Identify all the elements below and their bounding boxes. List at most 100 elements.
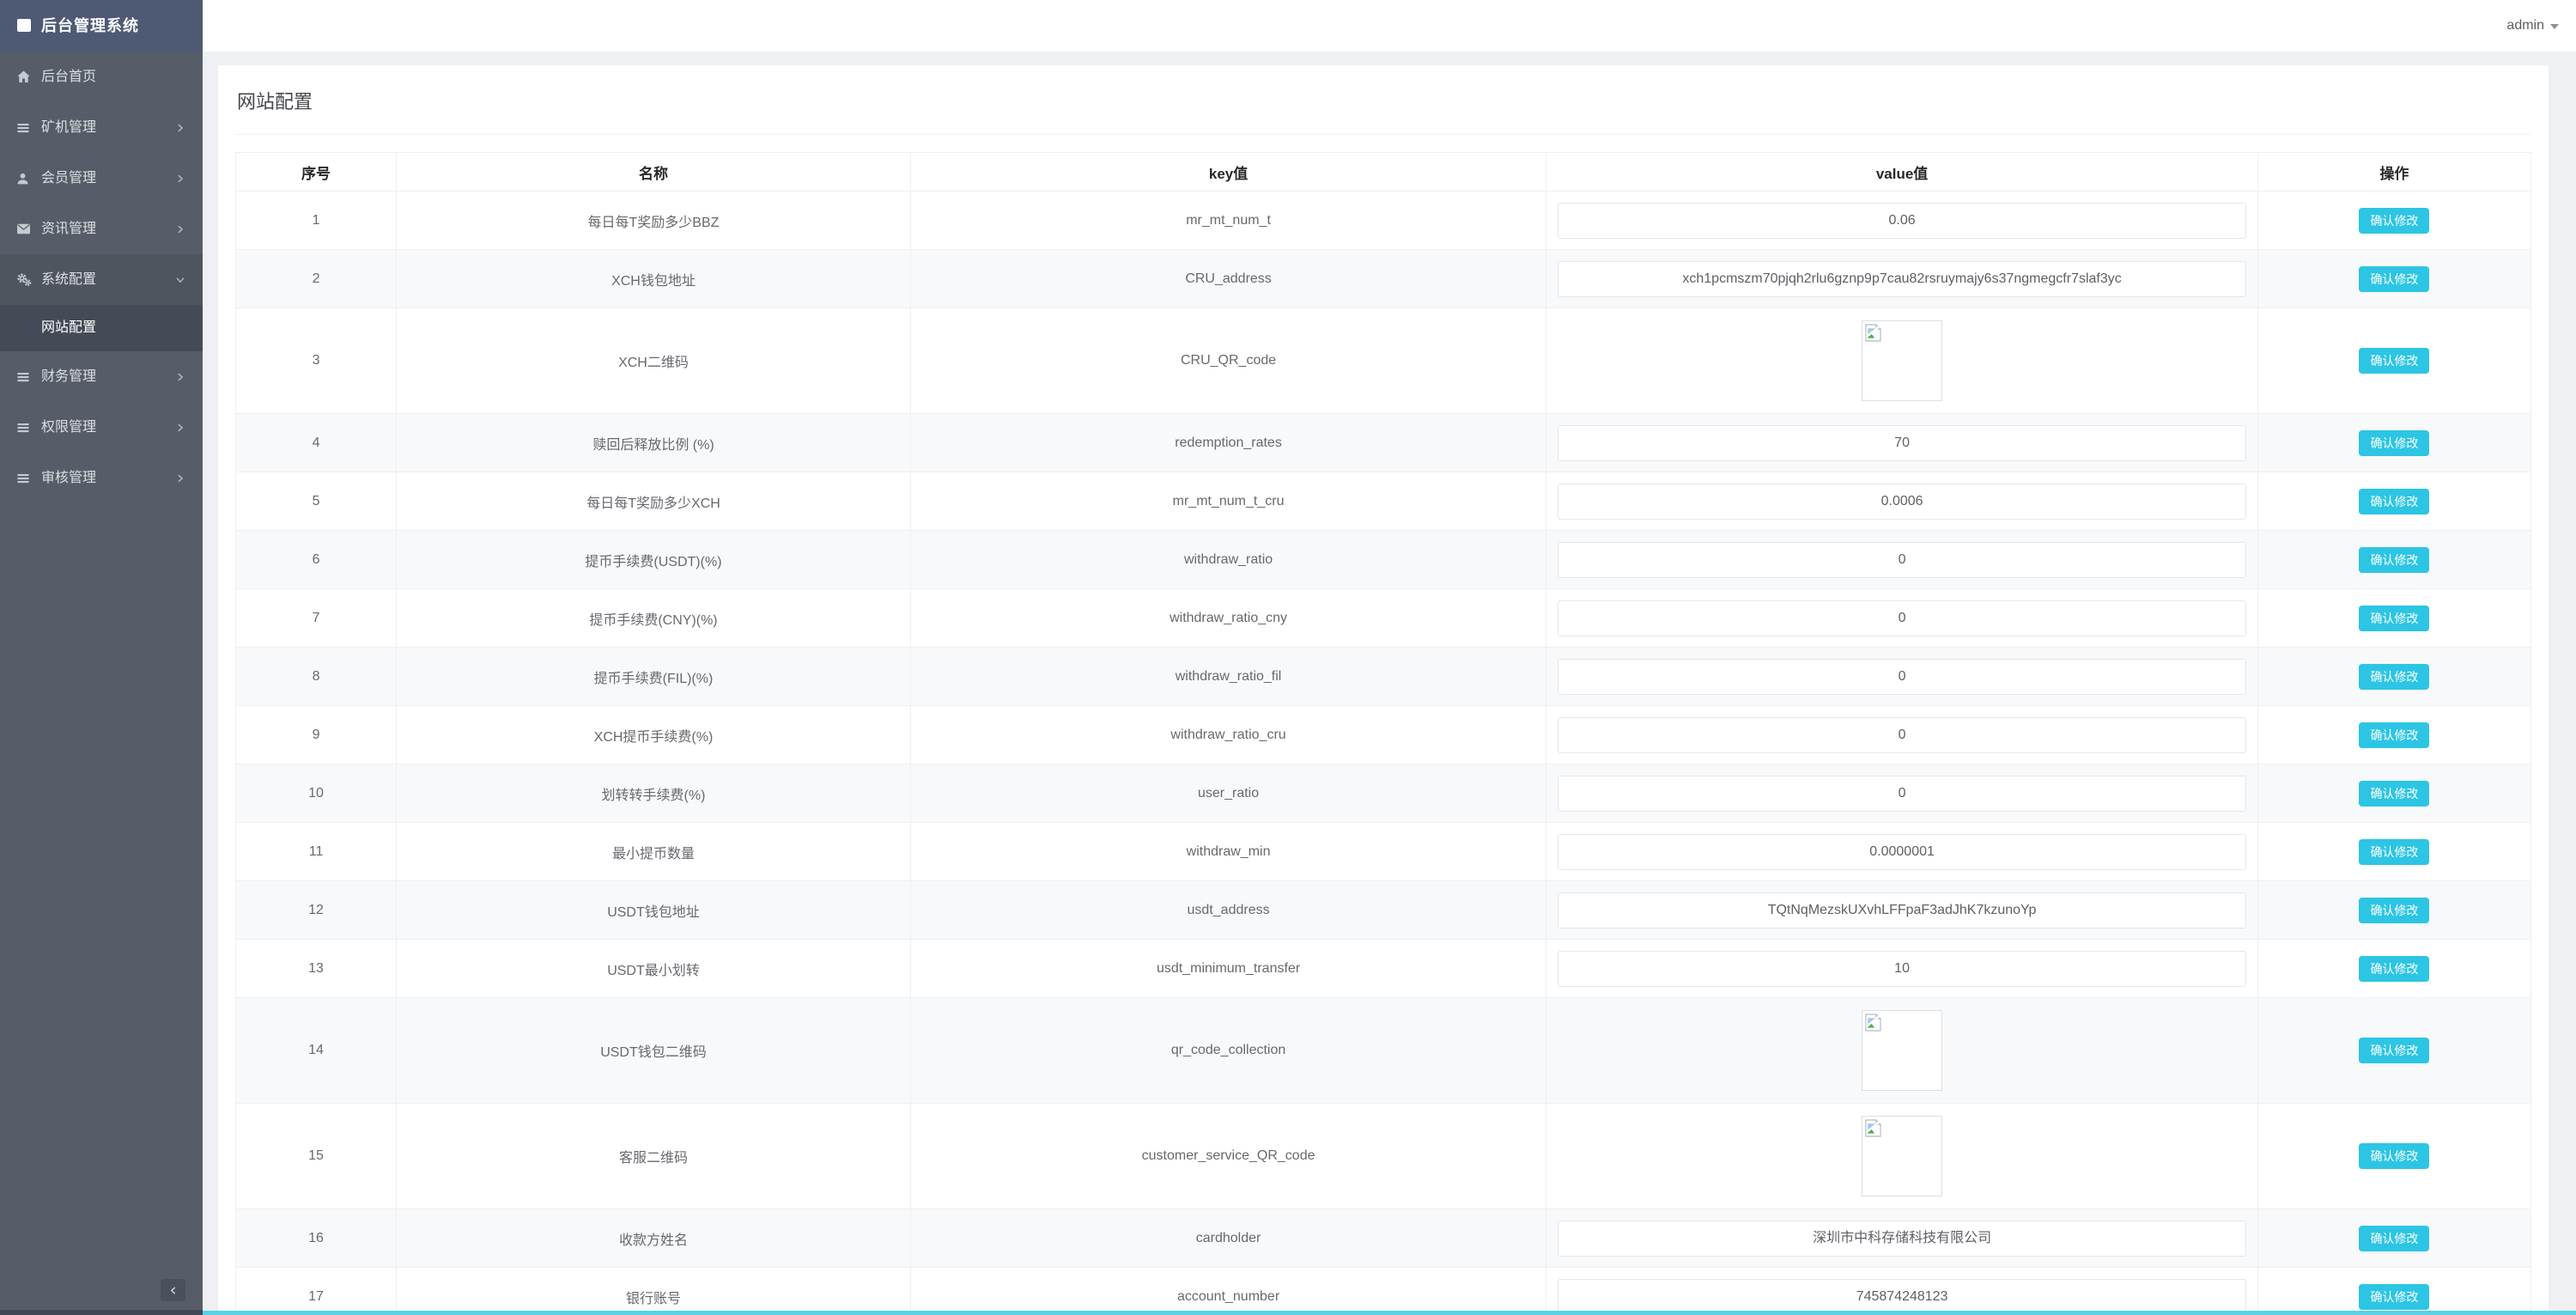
confirm-edit-button[interactable]: 确认修改 — [2359, 546, 2430, 573]
value-input[interactable]: 0.0006 — [1558, 483, 2246, 520]
row-key: CRU_QR_code — [909, 307, 1547, 414]
confirm-edit-button[interactable]: 确认修改 — [2359, 663, 2430, 690]
row-name: 划转转手续费(%) — [396, 764, 911, 823]
row-name: XCH钱包地址 — [396, 249, 911, 308]
sidebar-item-3[interactable]: 资讯管理 — [0, 204, 203, 254]
confirm-edit-button[interactable]: 确认修改 — [2359, 207, 2430, 234]
row-index: 6 — [234, 530, 398, 589]
table-row: 8 提币手续费(FIL)(%) withdraw_ratio_fil 0 确认修… — [234, 647, 2532, 706]
broken-image-icon — [1865, 1014, 1882, 1032]
column-header: 操作 — [2257, 152, 2532, 192]
confirm-edit-button[interactable]: 确认修改 — [2359, 780, 2430, 807]
sidebar-subitem-5[interactable]: 网站配置 — [0, 305, 203, 351]
sidebar-item-label: 网站配置 — [41, 320, 97, 335]
row-index: 3 — [234, 307, 398, 414]
row-index: 5 — [234, 472, 398, 531]
column-header: 名称 — [396, 152, 911, 192]
sidebar-bottom-strip — [0, 1310, 203, 1315]
table-row: 10 划转转手续费(%) user_ratio 0 确认修改 — [234, 764, 2532, 823]
confirm-edit-button[interactable]: 确认修改 — [2359, 838, 2430, 865]
confirm-edit-button[interactable]: 确认修改 — [2359, 897, 2430, 923]
sidebar-item-1[interactable]: 矿机管理 — [0, 102, 203, 153]
row-index: 8 — [234, 647, 398, 706]
table-row: 6 提币手续费(USDT)(%) withdraw_ratio 0 确认修改 — [234, 530, 2532, 589]
row-value-cell: 0 — [1546, 530, 2258, 589]
confirm-edit-button[interactable]: 确认修改 — [2359, 1143, 2430, 1169]
sidebar-item-0[interactable]: 后台首页 — [0, 52, 203, 102]
row-value-cell — [1546, 1103, 2258, 1209]
row-index: 15 — [234, 1103, 398, 1209]
confirm-edit-button[interactable]: 确认修改 — [2359, 1225, 2430, 1251]
chevron-right-icon — [175, 174, 185, 184]
confirm-edit-button[interactable]: 确认修改 — [2359, 429, 2430, 456]
value-input[interactable]: 0 — [1558, 716, 2246, 753]
row-index: 13 — [234, 939, 398, 998]
table-row: 17 银行账号 account_number 745874248123 确认修改 — [234, 1267, 2532, 1315]
row-index: 7 — [234, 588, 398, 648]
chevron-left-icon — [170, 1287, 176, 1294]
horizontal-scrollbar[interactable] — [203, 1311, 2576, 1315]
confirm-edit-button[interactable]: 确认修改 — [2359, 348, 2430, 374]
table-row: 3 XCH二维码 CRU_QR_code 确认修改 — [234, 307, 2532, 414]
sidebar-item-label: 系统配置 — [41, 272, 97, 287]
row-name: 每日每T奖励多少BBZ — [396, 191, 911, 250]
value-input[interactable]: 0 — [1558, 600, 2246, 636]
bars-icon — [16, 420, 32, 435]
row-value-cell: 70 — [1546, 413, 2258, 472]
value-input[interactable]: 深圳市中科存储科技有限公司 — [1558, 1220, 2246, 1257]
table-row: 2 XCH钱包地址 CRU_address xch1pcmszm70pjqh2r… — [234, 249, 2532, 308]
sidebar-item-2[interactable]: 会员管理 — [0, 153, 203, 204]
confirm-edit-button[interactable]: 确认修改 — [2359, 955, 2430, 982]
value-input[interactable]: 745874248123 — [1558, 1278, 2246, 1315]
row-value-cell: TQtNqMezskUXvhLFFpaF3adJhK7kzunoYp — [1546, 880, 2258, 940]
row-index: 10 — [234, 764, 398, 823]
confirm-edit-button[interactable]: 确认修改 — [2359, 1038, 2430, 1063]
row-name: 银行账号 — [396, 1267, 911, 1315]
row-value-cell: 0 — [1546, 588, 2258, 648]
sidebar-item-label: 财务管理 — [41, 369, 97, 384]
value-input[interactable]: xch1pcmszm70pjqh2rlu6gznp9p7cau82rsruyma… — [1558, 260, 2246, 297]
confirm-edit-button[interactable]: 确认修改 — [2359, 605, 2430, 631]
confirm-edit-button[interactable]: 确认修改 — [2359, 488, 2430, 514]
chevron-right-icon — [175, 123, 185, 133]
value-input[interactable]: 0.0000001 — [1558, 833, 2246, 870]
sidebar-item-7[interactable]: 权限管理 — [0, 402, 203, 453]
column-header: key值 — [909, 152, 1547, 192]
qr-image-box — [1862, 1116, 1943, 1196]
row-value-cell — [1546, 997, 2258, 1104]
user-dropdown[interactable]: admin — [2506, 0, 2559, 52]
sidebar-item-8[interactable]: 审核管理 — [0, 453, 203, 503]
sidebar-item-4[interactable]: 系统配置 — [0, 254, 203, 305]
row-name: 提币手续费(FIL)(%) — [396, 647, 911, 706]
confirm-edit-button[interactable]: 确认修改 — [2359, 721, 2430, 748]
row-value-cell: 10 — [1546, 939, 2258, 998]
chevron-right-icon — [175, 224, 185, 234]
value-input[interactable]: 0 — [1558, 541, 2246, 578]
top-header: admin — [203, 0, 2576, 52]
value-input[interactable]: 10 — [1558, 950, 2246, 987]
row-key: withdraw_min — [909, 822, 1547, 881]
row-key: withdraw_ratio — [909, 530, 1547, 589]
confirm-edit-button[interactable]: 确认修改 — [2359, 1283, 2430, 1310]
value-input[interactable]: 0 — [1558, 775, 2246, 812]
table-row: 12 USDT钱包地址 usdt_address TQtNqMezskUXvhL… — [234, 880, 2532, 940]
sidebar-item-label: 后台首页 — [41, 70, 97, 84]
value-input[interactable]: 0.06 — [1558, 202, 2246, 239]
row-name: 每日每T奖励多少XCH — [396, 472, 911, 531]
value-input[interactable]: 70 — [1558, 424, 2246, 461]
value-input[interactable]: 0 — [1558, 658, 2246, 695]
bars-icon — [16, 369, 32, 384]
row-name: USDT钱包地址 — [396, 880, 911, 940]
table-row: 11 最小提币数量 withdraw_min 0.0000001 确认修改 — [234, 822, 2532, 881]
row-value-cell: 0 — [1546, 764, 2258, 823]
value-input[interactable]: TQtNqMezskUXvhLFFpaF3adJhK7kzunoYp — [1558, 892, 2246, 928]
sidebar-item-6[interactable]: 财务管理 — [0, 351, 203, 402]
logo-bar: 后台管理系统 — [0, 0, 203, 52]
sidebar-collapse-button[interactable] — [161, 1279, 185, 1301]
row-name: XCH二维码 — [396, 307, 911, 414]
confirm-edit-button[interactable]: 确认修改 — [2359, 265, 2430, 292]
main-content: 网站配置 序号 名称 key值 value值 操作 1 每日每T奖励多少BBZ mr_m… — [203, 52, 2576, 1315]
qr-image-box — [1862, 320, 1943, 401]
sidebar-item-label: 审核管理 — [41, 471, 97, 485]
row-key: mr_mt_num_t_cru — [909, 472, 1547, 531]
